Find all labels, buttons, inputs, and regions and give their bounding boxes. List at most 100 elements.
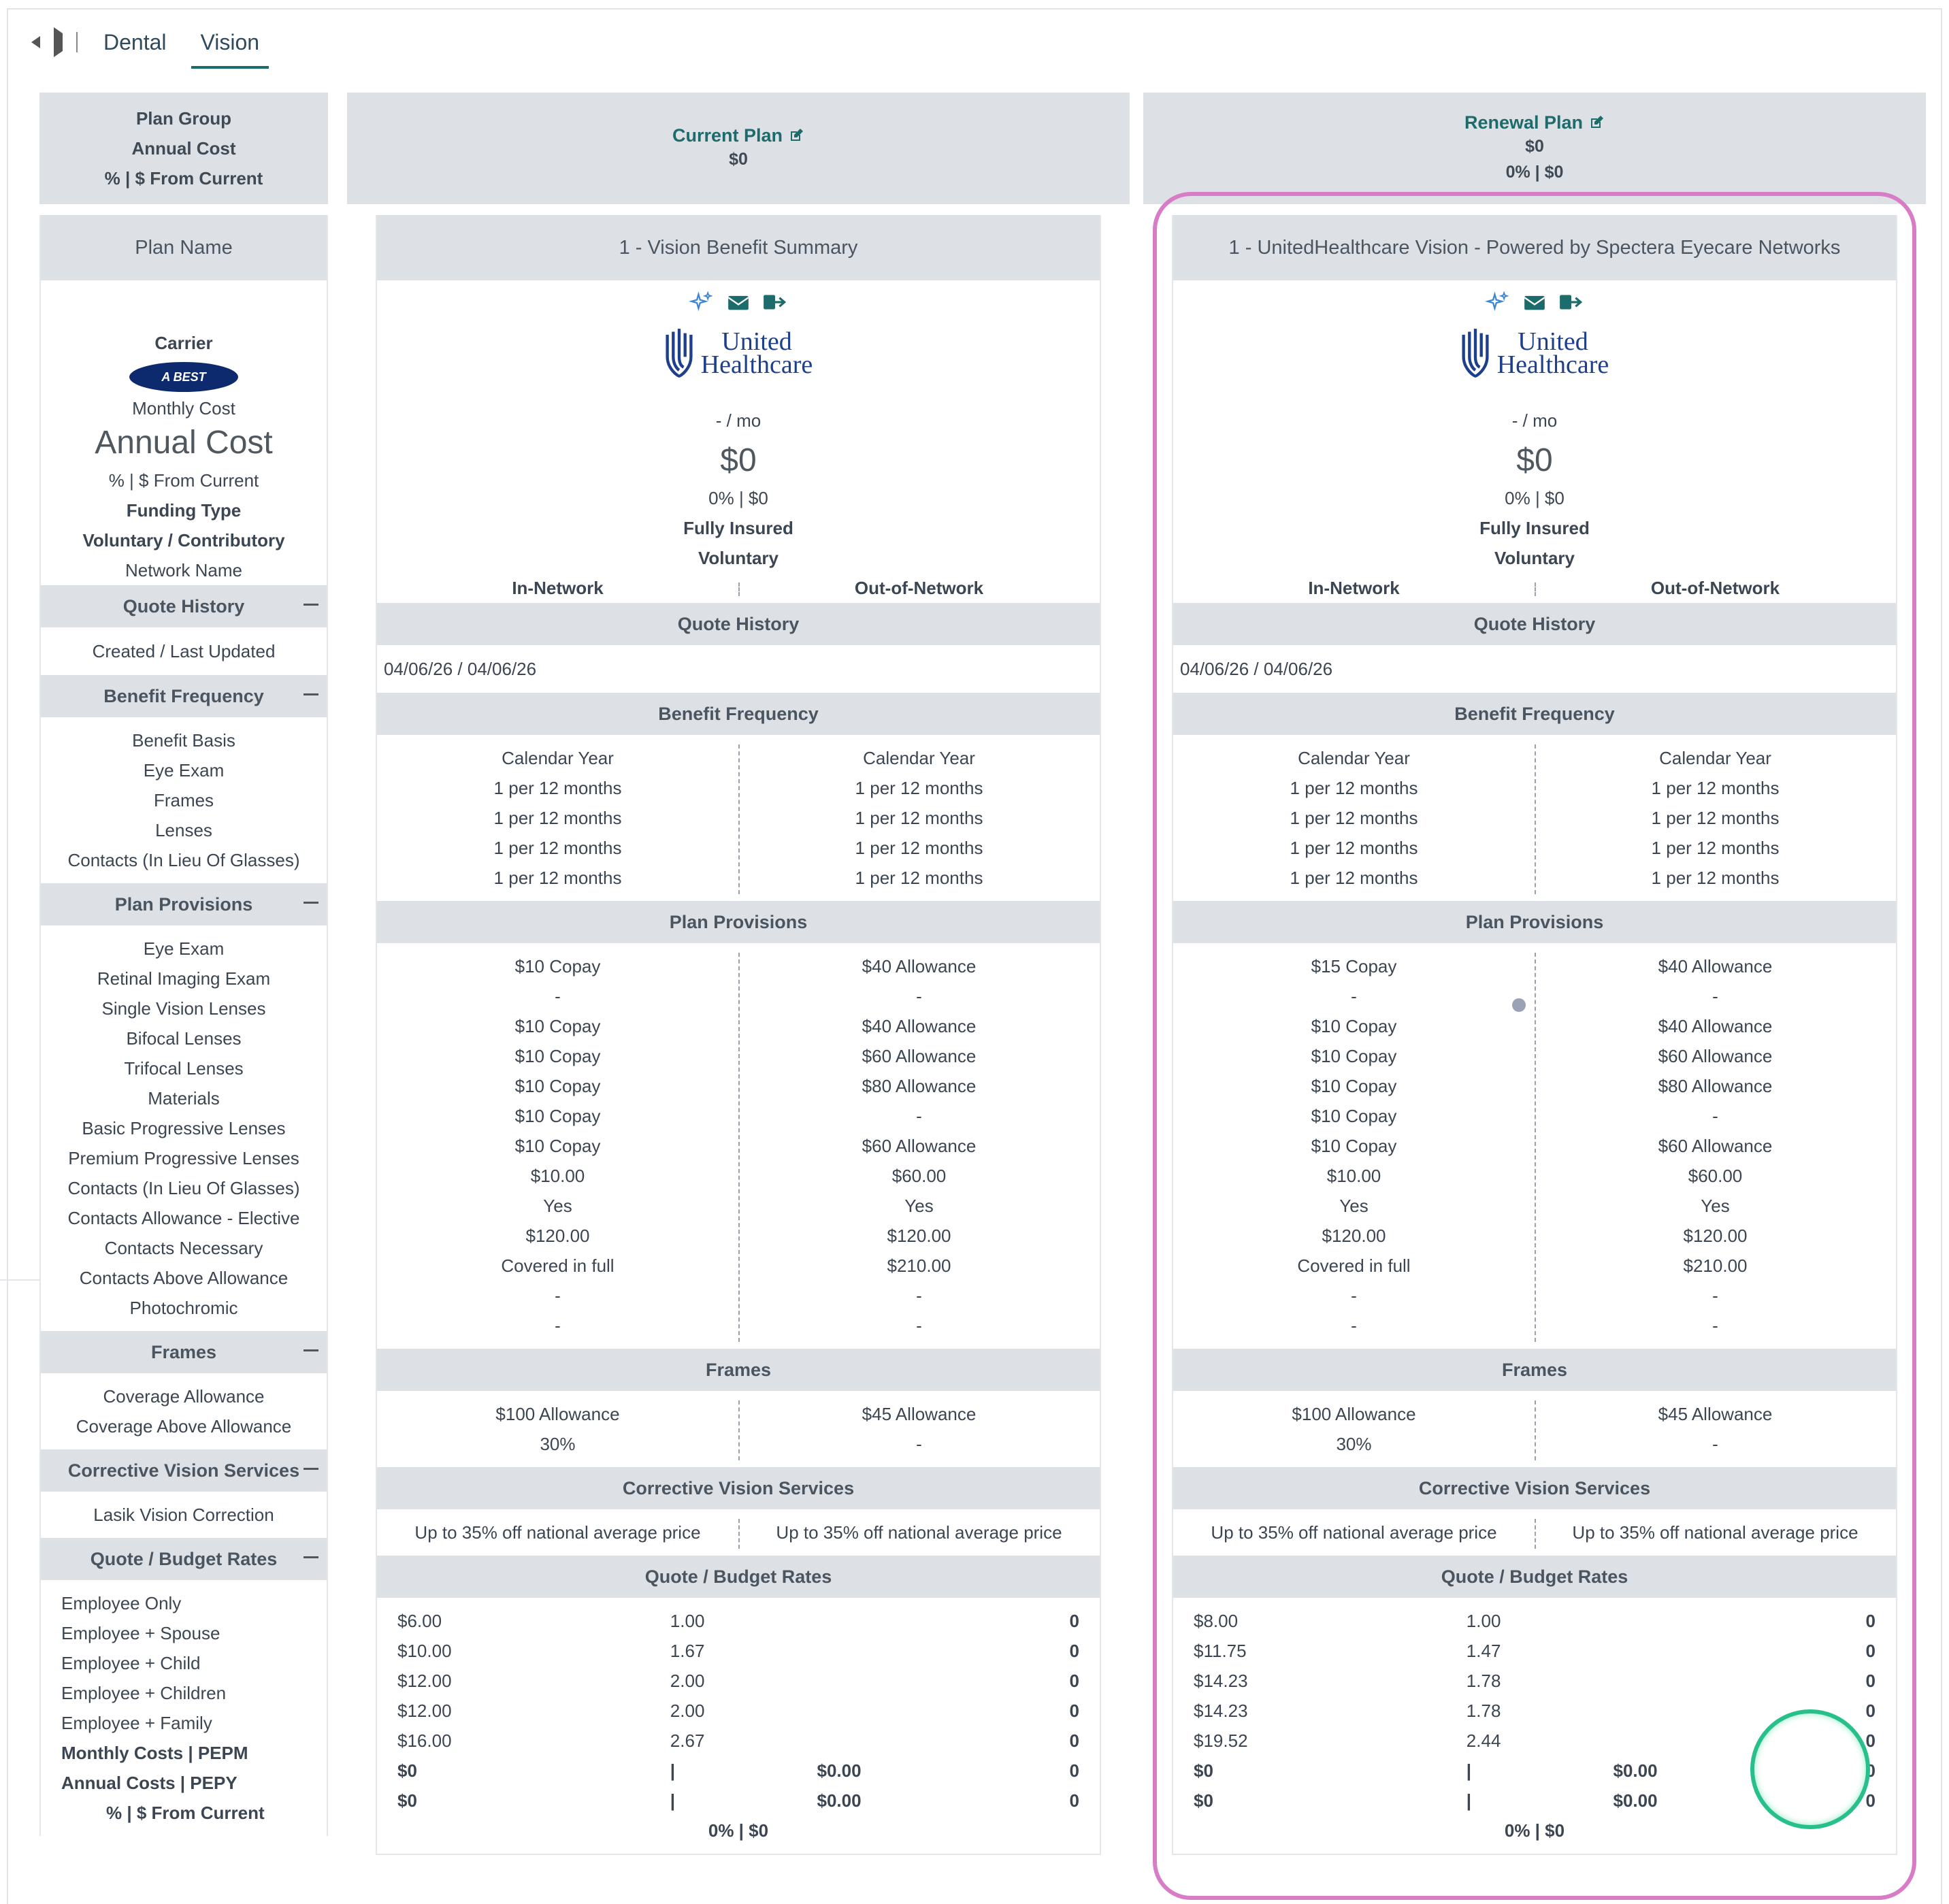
value-cell: 30% (1336, 1434, 1372, 1454)
collapse-benefit-frequency-icon[interactable] (304, 693, 318, 695)
value-cell: $100 Allowance (1292, 1404, 1416, 1424)
rate-count: 0 (1069, 1730, 1079, 1751)
section-frames: Frames (1173, 1349, 1896, 1391)
rate-row: $19.52 2.44 0 (1194, 1726, 1876, 1756)
total-count: 0 (1069, 1790, 1079, 1811)
in-network-values: $100 Allowance 30% (377, 1399, 738, 1459)
label-row: Trifocal Lenses (124, 1058, 244, 1079)
value-cell: 1 per 12 months (493, 838, 622, 858)
value-cell: $10.00 (1326, 1166, 1381, 1186)
monthly-cost: - / mo (1511, 410, 1558, 431)
action-icons (1173, 287, 1896, 317)
rate-row: $11.75 1.47 0 (1194, 1636, 1876, 1666)
value-cell: $60 Allowance (1658, 1136, 1773, 1156)
action-icons (377, 287, 1100, 317)
value-cell: Up to 35% off national average price (414, 1522, 701, 1543)
network-headers: In-Network Out-of-Network (1173, 573, 1896, 603)
value-cell: - (1351, 1285, 1357, 1306)
rate-value: $12.00 (397, 1671, 452, 1691)
carrier-line: United (1518, 327, 1588, 356)
value-cell: - (1712, 1315, 1718, 1336)
renewal-plan-title[interactable]: Renewal Plan (1464, 112, 1605, 133)
current-plan-title[interactable]: Current Plan (672, 125, 804, 146)
envelope-icon[interactable] (725, 291, 751, 313)
in-network-values: $100 Allowance 30% (1173, 1399, 1535, 1459)
network-headers: In-Network Out-of-Network (377, 573, 1100, 603)
label-row: Coverage Above Allowance (76, 1416, 292, 1437)
value-cell: Calendar Year (502, 748, 614, 768)
collapse-frames-icon[interactable] (304, 1349, 318, 1351)
label-row: Premium Progressive Lenses (68, 1148, 299, 1168)
current-plan-header: Current Plan $0 (347, 93, 1130, 204)
section-plan-provisions: Plan Provisions (1173, 901, 1896, 943)
rate-count: 0 (1069, 1701, 1079, 1721)
export-icon[interactable] (762, 291, 788, 313)
tab-bar: Dental Vision (24, 16, 280, 69)
label-row: Contacts (In Lieu Of Glasses) (67, 850, 300, 870)
total-value: $0 (1194, 1760, 1213, 1781)
label-row: Lasik Vision Correction (93, 1505, 274, 1525)
carrier-name: United Healthcare (701, 329, 813, 378)
value-cell: $120.00 (1683, 1226, 1748, 1246)
tab-dental[interactable]: Dental (90, 22, 180, 63)
last-updated-date: 04/06/26 / 04/06/26 (384, 659, 537, 679)
renewal-plan-change: 0% | $0 (1505, 162, 1564, 182)
label-row: Benefit Basis (132, 730, 235, 751)
rate-ratio: 1.78 (1466, 1701, 1501, 1721)
envelope-icon[interactable] (1522, 291, 1547, 313)
section-frames: Frames (377, 1349, 1100, 1391)
total-sep-bar: | (670, 1760, 676, 1781)
value-cell: 1 per 12 months (493, 868, 622, 888)
collapse-corrective-icon[interactable] (304, 1468, 318, 1470)
plan-name-header: 1 - Vision Benefit Summary (377, 215, 1100, 280)
value-cell: $45 Allowance (862, 1404, 977, 1424)
value-cell: 1 per 12 months (493, 808, 622, 828)
prev-arrow-icon[interactable] (31, 36, 40, 48)
label-fr-list: Coverage Allowance Coverage Above Allowan… (41, 1373, 327, 1449)
section-quote-history: Quote History (377, 603, 1100, 645)
rate-ratio: 2.44 (1466, 1730, 1501, 1751)
label-plan-group: Plan Group (135, 108, 232, 129)
total-value: $0 (1194, 1790, 1213, 1811)
value-cell: - (916, 1285, 922, 1306)
rate-count: 0 (1865, 1701, 1876, 1721)
label-row: Employee + Children (61, 1683, 227, 1703)
label-row: Eye Exam (143, 760, 225, 781)
total-value: $0 (397, 1760, 417, 1781)
value-cell: 30% (540, 1434, 576, 1454)
export-icon[interactable] (1558, 291, 1584, 313)
out-network-header: Out-of-Network (1650, 578, 1780, 598)
label-quote-history: Quote History (41, 585, 327, 627)
collapse-rates-icon[interactable] (304, 1556, 318, 1558)
rate-row: $14.23 1.78 0 (1194, 1666, 1876, 1696)
in-network-header: In-Network (512, 578, 604, 598)
rate-ratio: 1.67 (670, 1641, 705, 1661)
collapse-plan-provisions-icon[interactable] (304, 902, 318, 904)
label-card: Plan Name Carrier A BEST Monthly Cost An… (39, 215, 328, 1836)
carrier-logo: United Healthcare (1173, 323, 1896, 384)
sparkle-icon[interactable] (689, 291, 715, 313)
tab-vision[interactable]: Vision (187, 22, 274, 69)
value-cell: 1 per 12 months (855, 808, 983, 828)
rate-ratio: 2.67 (670, 1730, 705, 1751)
value-cell: $60.00 (891, 1166, 947, 1186)
label-total-row: % | $ From Current (106, 1803, 265, 1823)
out-network-header: Out-of-Network (854, 578, 984, 598)
value-cell: $10 Copay (1311, 1106, 1397, 1126)
total-sep-bar: | (1466, 1760, 1472, 1781)
current-plan-cost: $0 (729, 149, 748, 169)
sparkle-icon[interactable] (1485, 291, 1511, 313)
monthly-cost: - / mo (715, 410, 761, 431)
carrier-logo: United Healthcare (377, 323, 1100, 384)
label-row: Bifocal Lenses (126, 1028, 242, 1049)
edit-icon[interactable] (788, 127, 804, 144)
uhc-shield-icon (666, 329, 693, 378)
edit-icon[interactable] (1588, 114, 1605, 131)
total-row: $0 | $0.00 0 (1194, 1756, 1876, 1786)
in-network-values: Calendar Year 1 per 12 months 1 per 12 mon… (377, 743, 738, 893)
in-network-values: $15 Copay - $10 Copay $10 Copay $10 Copay $10… (1173, 951, 1535, 1341)
value-cell: - (1712, 986, 1718, 1006)
next-arrow-icon[interactable] (54, 27, 63, 57)
collapse-quote-history-icon[interactable] (304, 604, 318, 606)
value-cell: Calendar Year (1298, 748, 1410, 768)
